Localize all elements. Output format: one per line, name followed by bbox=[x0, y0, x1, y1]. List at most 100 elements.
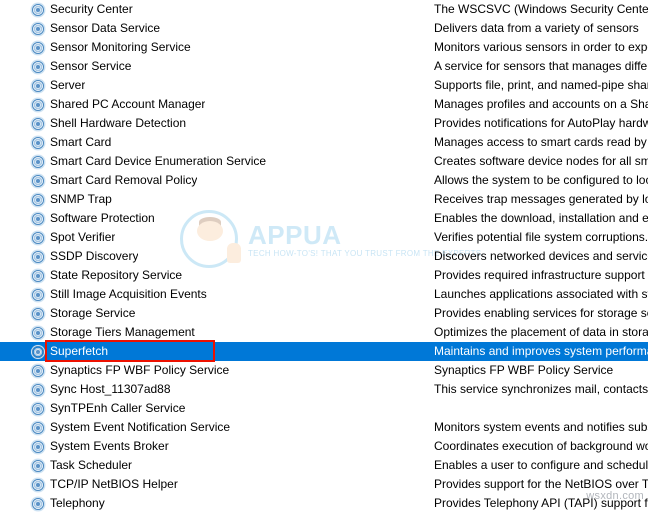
service-name: System Event Notification Service bbox=[50, 418, 230, 437]
service-name-cell[interactable]: Synaptics FP WBF Policy Service bbox=[0, 361, 434, 380]
service-description: Provides enabling services for storage s… bbox=[434, 304, 648, 323]
service-row[interactable]: SSDP Discovery Discovers networked device… bbox=[0, 247, 648, 266]
service-name-cell[interactable]: System Event Notification Service bbox=[0, 418, 434, 437]
service-description: Provides support for the NetBIOS over TC… bbox=[434, 475, 648, 494]
service-name: Smart Card Device Enumeration Service bbox=[50, 152, 266, 171]
service-name-cell[interactable]: Software Protection bbox=[0, 209, 434, 228]
service-row[interactable]: Smart Card Device Enumeration ServiceCre… bbox=[0, 152, 648, 171]
service-row[interactable]: Shell Hardware Detection Provides notific… bbox=[0, 114, 648, 133]
service-description: Enables a user to configure and schedule… bbox=[434, 456, 648, 475]
service-row[interactable]: ServerSupports file, print, and named-pi… bbox=[0, 76, 648, 95]
service-row[interactable]: SNMP TrapReceives trap messages generate… bbox=[0, 190, 648, 209]
service-name: SNMP Trap bbox=[50, 190, 112, 209]
service-row[interactable]: Storage ServiceProvides enabling service… bbox=[0, 304, 648, 323]
service-name: Task Scheduler bbox=[50, 456, 132, 475]
service-row[interactable]: Smart CardManages access to smart cards … bbox=[0, 133, 648, 152]
service-row[interactable]: Storage Tiers ManagementOptimizes the pl… bbox=[0, 323, 648, 342]
service-row[interactable]: TCP/IP NetBIOS Helper Provides support fo… bbox=[0, 475, 648, 494]
service-description: Allows the system to be configured to lo… bbox=[434, 171, 648, 190]
gear-icon bbox=[30, 306, 46, 322]
service-name: Sensor Monitoring Service bbox=[50, 38, 191, 57]
service-description: Manages access to smart cards read by th… bbox=[434, 133, 648, 152]
service-row[interactable]: System Event Notification Service Monitor… bbox=[0, 418, 648, 437]
gear-icon bbox=[30, 173, 46, 189]
gear-icon bbox=[30, 154, 46, 170]
services-list[interactable]: Security CenterThe WSCSVC (Windows Secur… bbox=[0, 0, 648, 513]
service-description: Delivers data from a variety of sensors bbox=[434, 19, 648, 38]
service-name-cell[interactable]: Smart Card bbox=[0, 133, 434, 152]
service-name: Shell Hardware Detection bbox=[50, 114, 186, 133]
service-description: Enables the download, installation and e… bbox=[434, 209, 648, 228]
service-name: Software Protection bbox=[50, 209, 155, 228]
service-name-cell[interactable]: Smart Card Removal Policy bbox=[0, 171, 434, 190]
service-description: Synaptics FP WBF Policy Service bbox=[434, 361, 648, 380]
service-name-cell[interactable]: Shared PC Account Manager bbox=[0, 95, 434, 114]
service-name: SSDP Discovery bbox=[50, 247, 138, 266]
service-name-cell[interactable]: SynTPEnh Caller Service bbox=[0, 399, 434, 418]
service-name-cell[interactable]: Sensor Service bbox=[0, 57, 434, 76]
service-description: Monitors various sensors in order to exp… bbox=[434, 38, 648, 57]
service-name: Security Center bbox=[50, 0, 133, 19]
service-description: Manages profiles and accounts on a Share… bbox=[434, 95, 648, 114]
service-row[interactable]: Spot VerifierVerifies potential file sys… bbox=[0, 228, 648, 247]
service-name-cell[interactable]: TCP/IP NetBIOS Helper bbox=[0, 475, 434, 494]
service-row[interactable]: Sensor Data Service Delivers data from a … bbox=[0, 19, 648, 38]
gear-icon bbox=[30, 59, 46, 75]
gear-icon bbox=[30, 420, 46, 436]
service-row[interactable]: Sensor Monitoring Service Monitors variou… bbox=[0, 38, 648, 57]
service-description: A service for sensors that manages diffe… bbox=[434, 57, 648, 76]
service-name: State Repository Service bbox=[50, 266, 182, 285]
gear-icon bbox=[30, 458, 46, 474]
gear-icon bbox=[30, 40, 46, 56]
service-name-cell[interactable]: Task Scheduler bbox=[0, 456, 434, 475]
service-name-cell[interactable]: SSDP Discovery bbox=[0, 247, 434, 266]
service-name: Still Image Acquisition Events bbox=[50, 285, 207, 304]
service-row[interactable]: Still Image Acquisition EventsLaunches a… bbox=[0, 285, 648, 304]
gear-icon bbox=[30, 439, 46, 455]
service-description: Monitors system events and notifies subs… bbox=[434, 418, 648, 437]
service-description: Supports file, print, and named-pipe sha… bbox=[434, 76, 648, 95]
service-row[interactable]: Software Protection Enables the download,… bbox=[0, 209, 648, 228]
gear-icon bbox=[30, 344, 46, 360]
service-row[interactable]: Synaptics FP WBF Policy ServiceSynaptics… bbox=[0, 361, 648, 380]
service-name-cell[interactable]: State Repository Service bbox=[0, 266, 434, 285]
service-description: Discovers networked devices and services… bbox=[434, 247, 648, 266]
service-row[interactable]: Task Scheduler Enables a user to configur… bbox=[0, 456, 648, 475]
service-name-cell[interactable]: System Events Broker bbox=[0, 437, 434, 456]
service-name-cell[interactable]: Security Center bbox=[0, 0, 434, 19]
service-name-cell[interactable]: SNMP Trap bbox=[0, 190, 434, 209]
service-row[interactable]: Sensor ServiceA service for sensors that… bbox=[0, 57, 648, 76]
service-description: This service synchronizes mail, contacts… bbox=[434, 380, 648, 399]
service-row[interactable]: Sync Host_11307ad88 This service synchron… bbox=[0, 380, 648, 399]
service-name-cell[interactable]: Spot Verifier bbox=[0, 228, 434, 247]
service-name-cell[interactable]: Smart Card Device Enumeration Service bbox=[0, 152, 434, 171]
service-row[interactable]: Smart Card Removal PolicyAllows the syst… bbox=[0, 171, 648, 190]
service-row[interactable]: System Events BrokerCoordinates executio… bbox=[0, 437, 648, 456]
gear-icon bbox=[30, 2, 46, 18]
service-name-cell[interactable]: Shell Hardware Detection bbox=[0, 114, 434, 133]
service-row[interactable]: SuperfetchMaintains and improves system … bbox=[0, 342, 648, 361]
service-name-cell[interactable]: Sensor Monitoring Service bbox=[0, 38, 434, 57]
service-name-cell[interactable]: Server bbox=[0, 76, 434, 95]
service-name-cell[interactable]: Storage Service bbox=[0, 304, 434, 323]
service-name: TCP/IP NetBIOS Helper bbox=[50, 475, 178, 494]
service-name: Sensor Data Service bbox=[50, 19, 160, 38]
service-name-cell[interactable]: Superfetch bbox=[0, 342, 434, 361]
service-name: Shared PC Account Manager bbox=[50, 95, 205, 114]
service-row[interactable]: Security CenterThe WSCSVC (Windows Secur… bbox=[0, 0, 648, 19]
service-name: Spot Verifier bbox=[50, 228, 115, 247]
service-description: Coordinates execution of background work… bbox=[434, 437, 648, 456]
service-name-cell[interactable]: Sensor Data Service bbox=[0, 19, 434, 38]
service-row[interactable]: Shared PC Account Manager Manages profile… bbox=[0, 95, 648, 114]
service-name-cell[interactable]: Sync Host_11307ad88 bbox=[0, 380, 434, 399]
service-row[interactable]: SynTPEnh Caller Service bbox=[0, 399, 648, 418]
gear-icon bbox=[30, 325, 46, 341]
gear-icon bbox=[30, 477, 46, 493]
service-description: Maintains and improves system performanc… bbox=[434, 342, 648, 361]
service-name-cell[interactable]: Storage Tiers Management bbox=[0, 323, 434, 342]
service-name: Sync Host_11307ad88 bbox=[50, 380, 171, 399]
service-name-cell[interactable]: Still Image Acquisition Events bbox=[0, 285, 434, 304]
service-description: Provides notifications for AutoPlay hard… bbox=[434, 114, 648, 133]
gear-icon bbox=[30, 192, 46, 208]
service-row[interactable]: State Repository ServiceProvides require… bbox=[0, 266, 648, 285]
